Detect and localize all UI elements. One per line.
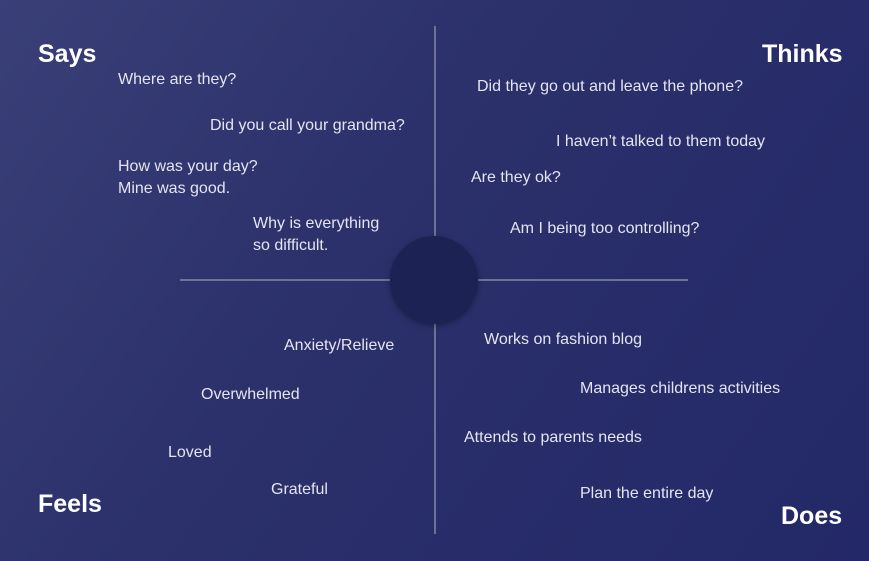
thinks-item: I haven’t talked to them today xyxy=(556,133,766,150)
does-item: Plan the entire day xyxy=(580,485,714,502)
does-item: Manages childrens activities xyxy=(580,380,781,397)
does-item: Attends to parents needs xyxy=(464,429,642,446)
thinks-item: Are they ok? xyxy=(471,169,561,186)
says-item: How was your day? Mine was good. xyxy=(118,158,258,197)
feels-item: Loved xyxy=(168,444,212,461)
does-heading: Does xyxy=(781,502,843,530)
says-item: Why is everything so difficult. xyxy=(253,215,380,254)
center-circle xyxy=(390,236,478,324)
feels-heading: Feels xyxy=(38,490,102,518)
says-item: Where are they? xyxy=(118,71,237,88)
feels-item: Anxiety/Relieve xyxy=(284,337,395,354)
thinks-heading: Thinks xyxy=(762,40,843,68)
says-heading: Says xyxy=(38,40,97,68)
says-item: Did you call your grandma? xyxy=(210,117,405,134)
does-item: Works on fashion blog xyxy=(484,331,643,348)
thinks-item: Am I being too controlling? xyxy=(510,220,700,237)
feels-item: Grateful xyxy=(271,481,328,498)
feels-item: Overwhelmed xyxy=(201,386,300,403)
empathy-map: Says Thinks Feels Does Where are they? D… xyxy=(0,0,869,561)
thinks-item: Did they go out and leave the phone? xyxy=(477,78,743,95)
